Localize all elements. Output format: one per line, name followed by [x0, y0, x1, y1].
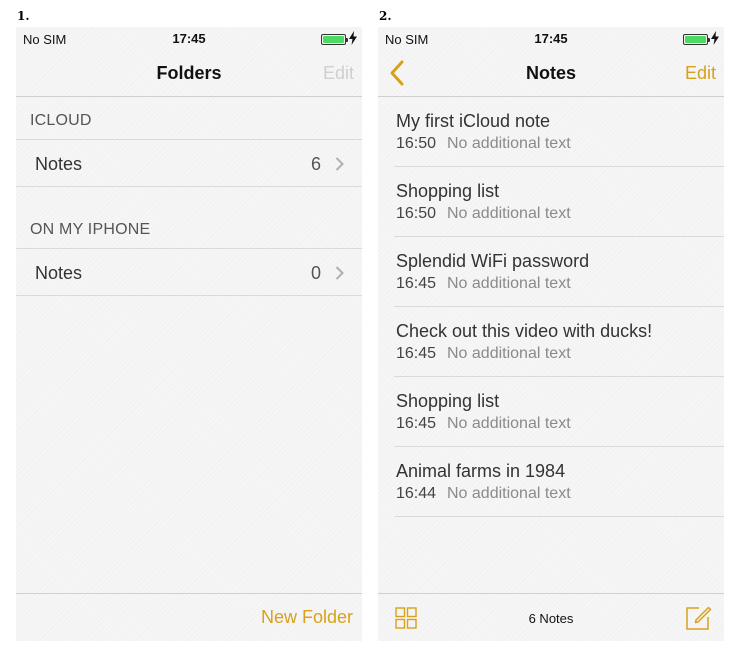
folder-name: Notes — [35, 263, 83, 283]
compose-icon[interactable] — [685, 604, 712, 631]
page-title: Folders — [156, 63, 222, 83]
note-title: My first iCloud note — [396, 111, 551, 131]
notes-count: 6 Notes — [528, 611, 574, 626]
page-title: Notes — [525, 63, 576, 83]
status-time: 17:45 — [172, 31, 206, 46]
note-title: Shopping list — [396, 391, 500, 411]
note-preview: No additional text — [447, 415, 571, 432]
section-header-icloud: ICLOUD — [30, 112, 92, 129]
note-title: Shopping list — [396, 181, 500, 201]
status-bar: No SIM 17:45 — [378, 27, 724, 51]
note-time: 16:45 — [396, 415, 437, 432]
battery-icon — [321, 34, 348, 45]
folder-count: 6 — [310, 154, 321, 174]
figure-label-2: 2. — [379, 9, 392, 23]
battery-icon — [683, 34, 710, 45]
figure-label-1: 1. — [17, 9, 30, 23]
navigation-bar: Folders Edit — [16, 51, 362, 97]
charging-bolt-icon — [711, 31, 719, 45]
status-bar: No SIM 17:45 — [16, 27, 362, 51]
note-preview: No additional text — [447, 485, 571, 502]
folder-row-icloud-notes[interactable]: Notes 6 — [16, 139, 362, 187]
note-preview: No additional text — [447, 205, 571, 222]
folder-name: Notes — [35, 154, 83, 174]
note-title: Check out this video with ducks! — [396, 321, 653, 341]
status-time: 17:45 — [534, 31, 568, 46]
chevron-right-icon — [335, 157, 344, 171]
note-row[interactable]: Animal farms in 1984 16:44 No additional… — [378, 447, 724, 517]
note-row[interactable]: My first iCloud note 16:50 No additional… — [378, 97, 724, 167]
edit-button[interactable]: Edit — [323, 63, 354, 84]
folders-screen: No SIM 17:45 Folders Edit ICLOUD Notes 6… — [16, 27, 362, 641]
bottom-toolbar: New Folder — [16, 593, 362, 641]
note-row[interactable]: Check out this video with ducks! 16:45 N… — [378, 307, 724, 377]
section-header-on-my-iphone: ON MY IPHONE — [30, 221, 151, 238]
note-preview: No additional text — [447, 135, 571, 152]
note-time: 16:44 — [396, 485, 437, 502]
note-title: Animal farms in 1984 — [396, 461, 566, 481]
note-row[interactable]: Shopping list 16:50 No additional text — [378, 167, 724, 237]
note-preview: No additional text — [447, 345, 571, 362]
new-folder-button[interactable]: New Folder — [261, 607, 353, 628]
edit-button[interactable]: Edit — [685, 63, 716, 84]
charging-bolt-icon — [349, 31, 357, 45]
note-title: Splendid WiFi password — [396, 251, 590, 271]
navigation-bar: Notes Edit — [378, 51, 724, 97]
note-preview: No additional text — [447, 275, 571, 292]
note-time: 16:45 — [396, 275, 437, 292]
chevron-right-icon — [335, 266, 344, 280]
note-time: 16:50 — [396, 135, 437, 152]
folder-count: 0 — [310, 263, 321, 283]
notes-screen: No SIM 17:45 Notes Edit My first iCloud … — [378, 27, 724, 641]
note-row[interactable]: Splendid WiFi password 16:45 No addition… — [378, 237, 724, 307]
note-row[interactable]: Shopping list 16:45 No additional text — [378, 377, 724, 447]
note-time: 16:45 — [396, 345, 437, 362]
bottom-toolbar: 6 Notes — [378, 593, 724, 641]
note-time: 16:50 — [396, 205, 437, 222]
folder-row-iphone-notes[interactable]: Notes 0 — [16, 248, 362, 296]
